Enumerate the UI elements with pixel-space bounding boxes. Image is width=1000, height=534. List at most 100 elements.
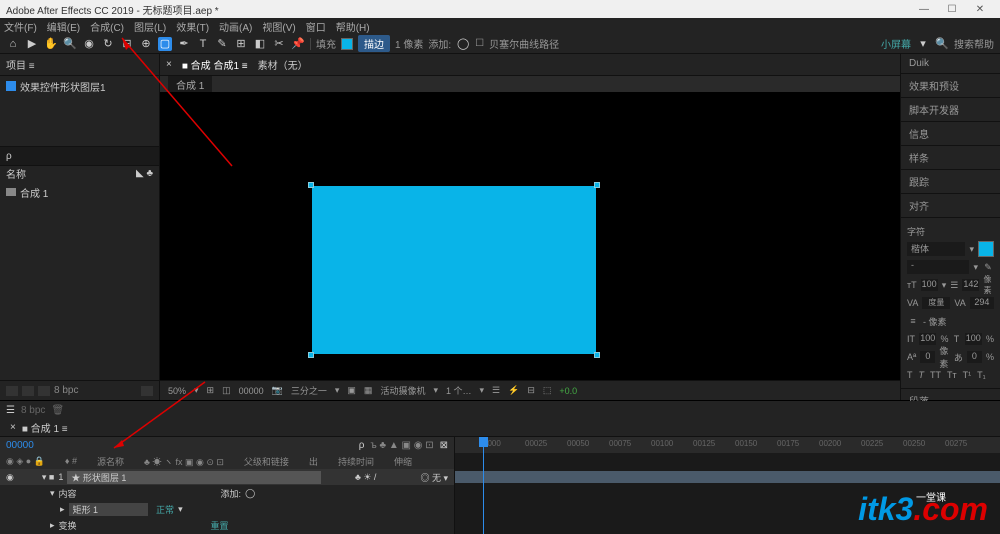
panel-effects[interactable]: 效果和预设 [901, 74, 1000, 98]
add-menu-icon[interactable]: ◯ [456, 37, 470, 51]
col-source[interactable]: 源名称 [97, 455, 124, 468]
layer-contents[interactable]: ▾ 内容 添加: ◯ [0, 485, 454, 501]
panel-spline[interactable]: 样条 [901, 146, 1000, 170]
menu-layer[interactable]: 图层(L) [134, 19, 166, 34]
col-duration[interactable]: 持续时间 [338, 455, 374, 468]
baseline[interactable]: 0 [920, 351, 935, 363]
font-size[interactable]: 100 [921, 279, 938, 291]
menu-window[interactable]: 窗口 [306, 19, 326, 34]
eraser-tool-icon[interactable]: ◧ [253, 37, 267, 51]
search-timeline-icon[interactable]: ρ [359, 440, 365, 451]
render-queue-icon[interactable]: ☰ [6, 405, 15, 416]
col-in[interactable]: 出 [309, 455, 318, 468]
menu-composition[interactable]: 合成(C) [90, 19, 124, 34]
shape-rectangle[interactable] [312, 186, 596, 354]
add-menu-icon[interactable]: ◯ [245, 488, 255, 499]
italic-icon[interactable]: T [919, 370, 925, 380]
search-icon[interactable]: ρ [6, 151, 12, 162]
pen-tool-icon[interactable]: ✒ [177, 37, 191, 51]
stroke-label[interactable]: 描边 [358, 35, 390, 52]
handle-top-left[interactable] [308, 182, 314, 188]
pixel-aspect-icon[interactable]: ☰ [492, 385, 500, 396]
fill-swatch[interactable] [341, 38, 353, 50]
text-tool-icon[interactable]: T [196, 37, 210, 51]
search-icon[interactable]: 🔍 [935, 37, 949, 51]
workspace-label[interactable]: 小屏幕 [881, 36, 911, 51]
col-parent[interactable]: 父级和链接 [244, 455, 289, 468]
text-color-swatch[interactable] [978, 241, 994, 257]
comp-tab-active[interactable]: ■ 合成 合成1 ≡ [182, 57, 248, 72]
layer-bar[interactable] [455, 471, 1000, 483]
layer-transform[interactable]: ▸ 变换 重置 [0, 517, 454, 533]
superscript-icon[interactable]: T¹ [963, 370, 972, 380]
layer-name[interactable]: ★ 形状图层 1 [67, 471, 321, 484]
add-prop[interactable]: 添加: [221, 487, 242, 500]
smallcaps-icon[interactable]: Tт [947, 370, 957, 380]
menu-help[interactable]: 帮助(H) [336, 19, 370, 34]
new-folder-icon[interactable] [38, 386, 50, 396]
home-icon[interactable]: ⌂ [6, 37, 20, 51]
3d-icon[interactable]: ⬚ [543, 385, 552, 396]
bold-icon[interactable]: T [907, 370, 913, 380]
zoom-tool-icon[interactable]: 🔍 [63, 37, 77, 51]
font-style[interactable]: - [907, 260, 969, 274]
leading[interactable]: 142 [962, 279, 979, 291]
graph-icon[interactable]: ⊠ [440, 440, 448, 451]
menu-edit[interactable]: 编辑(E) [47, 19, 80, 34]
renderer-icon[interactable]: +0.0 [559, 386, 577, 396]
bezier-label[interactable]: 贝塞尔曲线路径 [489, 36, 559, 51]
search-help[interactable]: 搜索帮助 [954, 36, 994, 51]
mask-icon[interactable]: ◫ [222, 385, 231, 396]
sort-icon[interactable]: ◣ ♣ [136, 168, 153, 179]
font-select[interactable]: 楷体 [907, 242, 965, 256]
chevron-down-icon[interactable]: ▾ [916, 37, 930, 51]
selection-tool-icon[interactable]: ▶ [25, 37, 39, 51]
brush-tool-icon[interactable]: ✎ [215, 37, 229, 51]
project-item-comp[interactable]: 合成 1 [6, 184, 153, 200]
maximize-button[interactable]: ☐ [938, 4, 966, 15]
eyedropper-icon[interactable]: ✎ [982, 262, 994, 273]
minimize-button[interactable]: — [910, 4, 938, 15]
transparency-icon[interactable]: ▦ [364, 385, 373, 396]
panel-scripts[interactable]: 脚本开发器 [901, 98, 1000, 122]
time-display[interactable]: 00000 [239, 386, 264, 396]
fast-preview-icon[interactable]: ⚡ [508, 385, 519, 396]
col-stretch[interactable]: 伸缩 [394, 455, 412, 468]
subscript-icon[interactable]: T₁ [977, 370, 986, 380]
folder-icon[interactable] [6, 386, 18, 396]
playhead[interactable] [483, 437, 484, 534]
footage-tab[interactable]: 素材（无） [258, 57, 308, 72]
bit-depth[interactable]: 8 bpc [54, 385, 78, 396]
orbit-tool-icon[interactable]: ◉ [82, 37, 96, 51]
layer-shape-1[interactable]: ◉ ▾ ■ 1 ★ 形状图层 1 ♣ ☀ / ◎ 无 ▾ [0, 469, 454, 485]
handle-top-right[interactable] [594, 182, 600, 188]
panel-menu-icon[interactable]: × [166, 59, 172, 70]
trash-icon[interactable] [141, 386, 153, 396]
puppet-tool-icon[interactable]: 📌 [291, 37, 305, 51]
name-column[interactable]: 名称 [6, 166, 26, 181]
current-time[interactable]: 00000 [6, 440, 34, 451]
menu-view[interactable]: 视图(V) [262, 19, 295, 34]
camera-select[interactable]: 活动摄像机 [380, 384, 425, 397]
kerning[interactable]: 度量 [922, 297, 950, 309]
view-count[interactable]: 1 个… [446, 384, 472, 397]
close-button[interactable]: ✕ [966, 4, 994, 15]
project-tab[interactable]: 项目 ≡ [6, 57, 35, 72]
timeline-tab[interactable]: ■ 合成 1 ≡ [22, 420, 68, 435]
timeline-icon[interactable]: ⊟ [527, 385, 535, 396]
grid-icon[interactable]: ⊞ [207, 385, 215, 396]
panel-tracker[interactable]: 跟踪 [901, 170, 1000, 194]
trash-icon[interactable]: 🗑 [51, 405, 64, 416]
caps-icon[interactable]: TT [930, 370, 941, 380]
new-comp-icon[interactable] [22, 386, 34, 396]
roto-tool-icon[interactable]: ✂ [272, 37, 286, 51]
anchor-tool-icon[interactable]: ⊕ [139, 37, 153, 51]
handle-bottom-right[interactable] [594, 352, 600, 358]
panel-align[interactable]: 对齐 [901, 194, 1000, 218]
stroke-width[interactable]: 1 像素 [395, 36, 423, 51]
rotate-tool-icon[interactable]: ↻ [101, 37, 115, 51]
vscale[interactable]: 100 [919, 333, 936, 345]
reset-label[interactable]: 重置 [211, 519, 229, 532]
tracking[interactable]: 294 [970, 297, 994, 309]
menu-file[interactable]: 文件(F) [4, 19, 37, 34]
